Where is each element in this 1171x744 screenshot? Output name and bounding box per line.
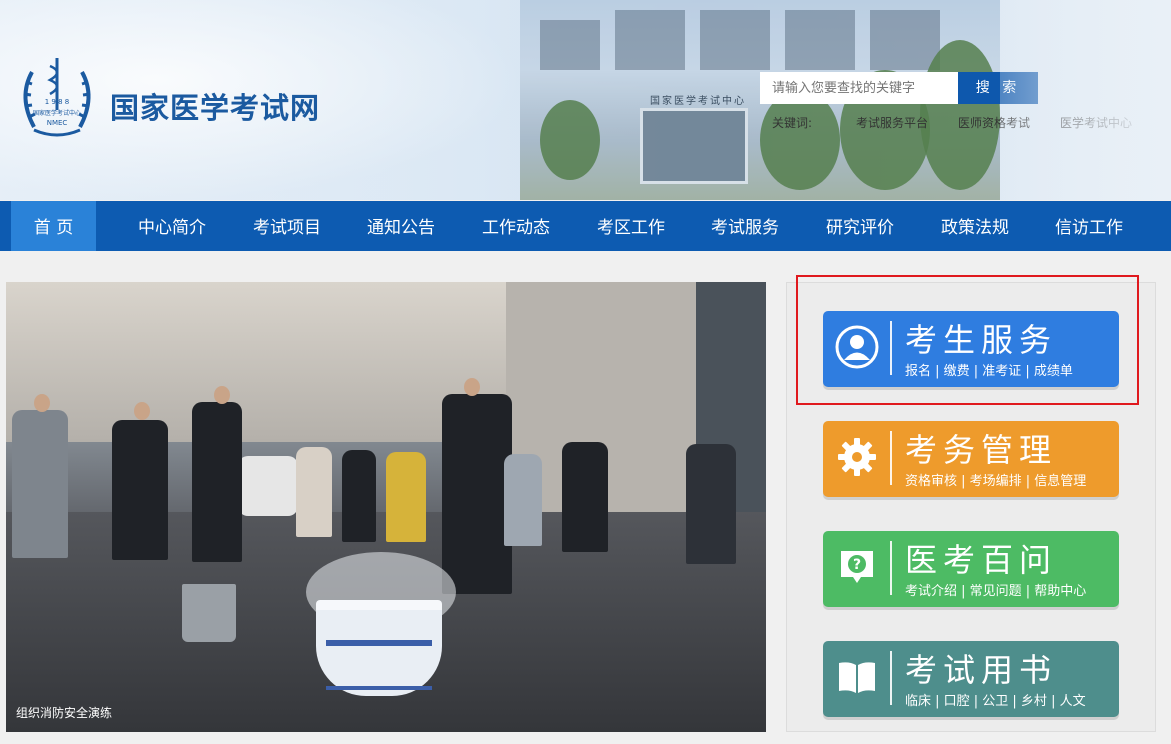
book-icon — [839, 662, 875, 693]
nav-home[interactable]: 首 页 — [11, 201, 96, 251]
selection-highlight — [796, 275, 1139, 405]
nmec-logo-icon[interactable]: 1 9 8 8 国家医学考试中心 NMEC — [12, 52, 102, 142]
nav-petition[interactable]: 信访工作 — [1045, 201, 1133, 251]
service-books-button[interactable]: 考试用书 临床 | 口腔 | 公卫 | 乡村 | 人文 — [823, 641, 1119, 717]
keyword-link[interactable]: 医学考试中心 — [1060, 114, 1132, 131]
divider — [890, 541, 892, 595]
service-subtitle: 资格审核 | 考场编排 | 信息管理 — [905, 474, 1087, 489]
search-input[interactable] — [760, 72, 958, 104]
service-exam-management-button[interactable]: 考务管理 资格审核 | 考场编排 | 信息管理 — [823, 421, 1119, 497]
divider — [890, 651, 892, 705]
building-door — [640, 108, 748, 184]
nav-work-news[interactable]: 工作动态 — [472, 201, 560, 251]
news-photo[interactable] — [6, 282, 766, 732]
site-title[interactable]: 国家医学考试网 — [110, 85, 320, 127]
nav-region-work[interactable]: 考区工作 — [587, 201, 675, 251]
svg-text:?: ? — [853, 557, 861, 573]
nav-notices[interactable]: 通知公告 — [357, 201, 445, 251]
svg-text:国家医学考试中心: 国家医学考试中心 — [33, 109, 81, 117]
main-nav: 首 页 中心简介 考试项目 通知公告 工作动态 考区工作 考试服务 研究评价 政… — [0, 201, 1171, 251]
svg-text:NMEC: NMEC — [47, 119, 68, 127]
news-caption[interactable]: 组织消防安全演练 — [16, 704, 112, 721]
keyword-label: 关键词: — [772, 116, 813, 130]
service-title: 考试用书 — [905, 651, 1058, 689]
nav-exam-projects[interactable]: 考试项目 — [243, 201, 331, 251]
site-header: 国家医学考试中心 1 9 8 8 国家医学考试中心 NMEC 国家医学考试网 搜… — [0, 0, 1171, 200]
question-bubble-icon: ? — [841, 551, 873, 583]
svg-text:1 9 8 8: 1 9 8 8 — [45, 98, 70, 106]
keyword-link[interactable]: 考试服务平台 — [856, 114, 928, 131]
search-button[interactable]: 搜 索 — [958, 72, 1038, 104]
nav-research[interactable]: 研究评价 — [816, 201, 904, 251]
service-subtitle: 考试介绍 | 常见问题 | 帮助中心 — [905, 584, 1087, 599]
nav-about[interactable]: 中心简介 — [128, 201, 216, 251]
service-title: 医考百问 — [905, 541, 1058, 579]
service-title: 考务管理 — [905, 431, 1058, 469]
gear-icon — [838, 438, 876, 476]
nav-policy[interactable]: 政策法规 — [931, 201, 1019, 251]
keyword-link[interactable]: 医师资格考试 — [958, 114, 1030, 131]
divider — [890, 431, 892, 485]
service-subtitle: 临床 | 口腔 | 公卫 | 乡村 | 人文 — [905, 694, 1086, 709]
building-sign: 国家医学考试中心 — [650, 96, 746, 107]
service-faq-button[interactable]: ? 医考百问 考试介绍 | 常见问题 | 帮助中心 — [823, 531, 1119, 607]
nav-exam-service[interactable]: 考试服务 — [701, 201, 789, 251]
